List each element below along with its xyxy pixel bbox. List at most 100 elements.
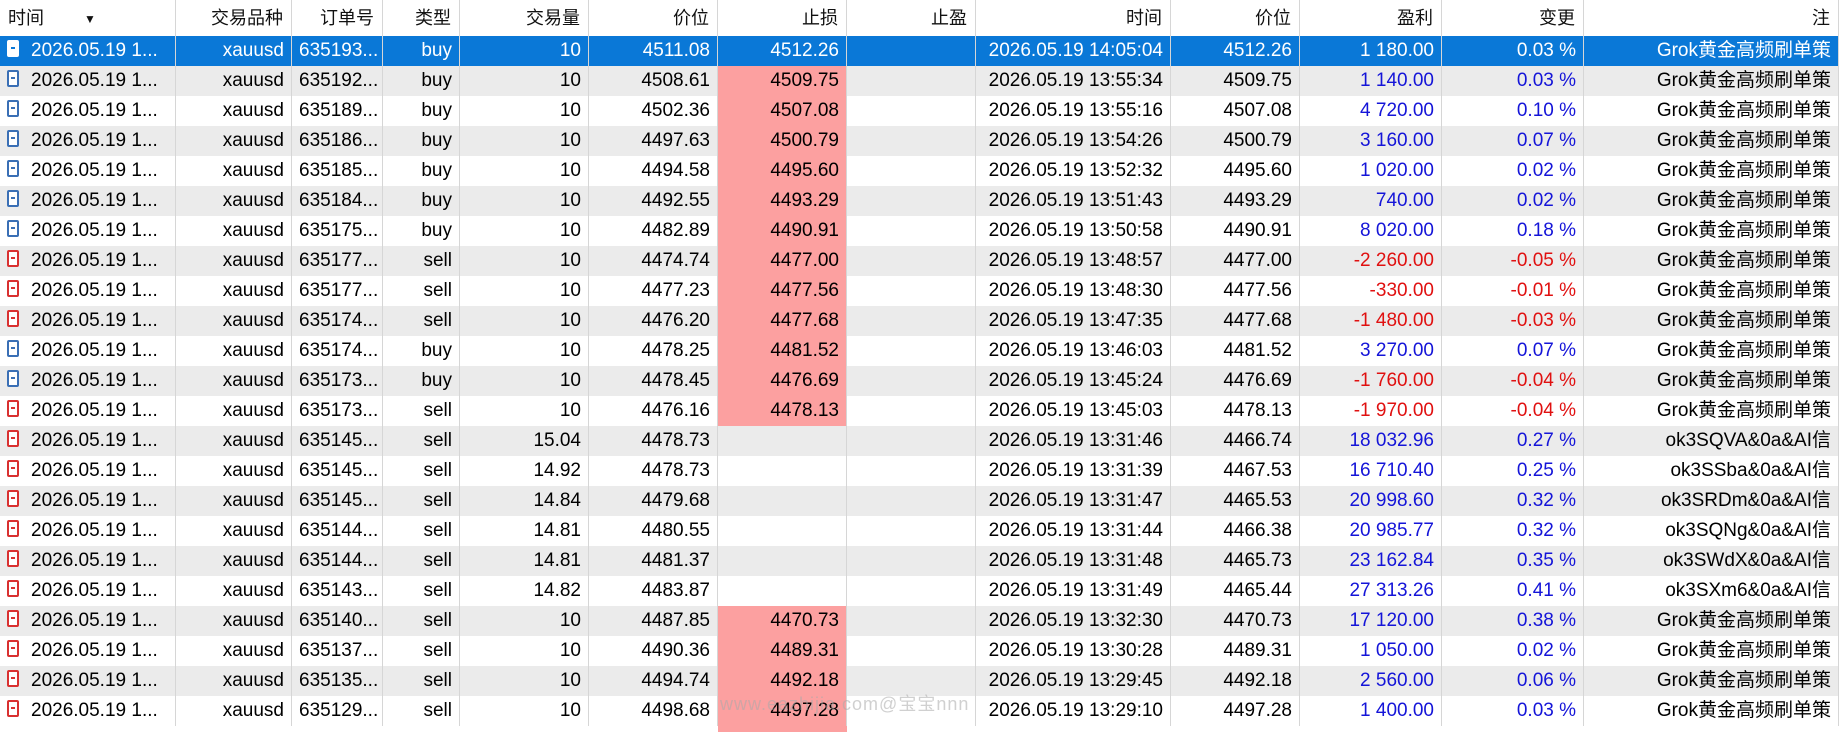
table-row[interactable]: 2026.05.19 1... xauusd 635184... buy 10 4492.…: [0, 186, 1839, 216]
order-value: 635173...: [299, 370, 379, 391]
order-value: 635193...: [299, 40, 379, 61]
table-row[interactable]: 2026.05.19 1... xauusd 635189... buy 10 4502.…: [0, 96, 1839, 126]
table-row[interactable]: 2026.05.19 1... xauusd 635173... sell 10 4476…: [0, 396, 1839, 426]
cell-sl: [718, 486, 847, 516]
table-row[interactable]: 2026.05.19 1... xauusd 635174... buy 10 4478.…: [0, 336, 1839, 366]
comment-value: Grok黄金高频刷单策: [1656, 610, 1831, 631]
symbol-value: xauusd: [222, 220, 284, 241]
change-value: 0.27 %: [1516, 430, 1576, 451]
table-row[interactable]: 2026.05.19 1... xauusd 635145... sell 15.04 4…: [0, 426, 1839, 456]
cell-profit: 740.00: [1300, 186, 1442, 216]
cell-type: sell: [383, 606, 460, 636]
sell-order-icon: [7, 250, 19, 268]
close-price-value: 4465.44: [1223, 580, 1292, 601]
cell-order: 635175...: [292, 216, 383, 246]
table-row[interactable]: 2026.05.19 1... xauusd 635186... buy 10 4497.…: [0, 126, 1839, 156]
table-row[interactable]: 2026.05.19 1... xauusd 635173... buy 10 4478.…: [0, 366, 1839, 396]
change-value: -0.04 %: [1510, 370, 1576, 391]
price-value: 4476.20: [641, 310, 710, 331]
table-row[interactable]: 2026.05.19 1... xauusd 635174... sell 10 4476…: [0, 306, 1839, 336]
type-value: sell: [423, 580, 452, 601]
cell-close-time: 2026.05.19 13:29:45: [976, 666, 1171, 696]
cell-time: 2026.05.19 1...: [0, 96, 176, 126]
profit-value: 17 120.00: [1349, 610, 1434, 631]
cell-symbol: xauusd: [176, 606, 292, 636]
table-row[interactable]: 2026.05.19 1... xauusd 635145... sell 14.84 4…: [0, 486, 1839, 516]
cell-symbol: xauusd: [176, 666, 292, 696]
cell-symbol: xauusd: [176, 396, 292, 426]
cell-profit: 1 400.00: [1300, 696, 1442, 726]
cell-comment: Grok黄金高频刷单策: [1584, 606, 1839, 636]
cell-time: 2026.05.19 1...: [0, 306, 176, 336]
table-row[interactable]: 2026.05.19 1... xauusd 635129... sell 10 4498…: [0, 696, 1839, 726]
cell-close-time: 2026.05.19 13:47:35: [976, 306, 1171, 336]
order-value: 635174...: [299, 310, 379, 331]
volume-value: 10: [559, 190, 581, 211]
comment-value: Grok黄金高频刷单策: [1656, 310, 1831, 331]
cell-order: 635174...: [292, 336, 383, 366]
column-header-row: 时间 ▼ 交易品种 订单号 类型 交易量 价位 止损 止盈 时间 价位 盈利 变更 注: [0, 0, 1839, 37]
symbol-value: xauusd: [222, 100, 284, 121]
close-price-value: 4489.31: [1223, 640, 1292, 661]
sell-order-icon: [7, 670, 19, 688]
cell-close-price: 4507.08: [1171, 96, 1300, 126]
cell-price: 4490.36: [589, 636, 718, 666]
close-price-value: 4478.13: [1223, 400, 1292, 421]
volume-value: 10: [559, 310, 581, 331]
table-row[interactable]: 2026.05.19 1... xauusd 635177... sell 10 4477…: [0, 276, 1839, 306]
table-row[interactable]: 2026.05.19 1... xauusd 635137... sell 10 4490…: [0, 636, 1839, 666]
type-value: buy: [421, 220, 452, 241]
table-row[interactable]: 2026.05.19 1... xauusd 635135... sell 10 4494…: [0, 666, 1839, 696]
comment-value: Grok黄金高频刷单策: [1656, 700, 1831, 721]
column-header-sl[interactable]: 止损: [718, 0, 847, 36]
column-header-time[interactable]: 时间 ▼: [0, 0, 176, 36]
column-header-profit[interactable]: 盈利: [1300, 0, 1442, 36]
column-header-close-price[interactable]: 价位: [1171, 0, 1300, 36]
table-row[interactable]: 2026.05.19 1... xauusd 635144... sell 14.81 4…: [0, 516, 1839, 546]
close-price-value: 4490.91: [1223, 220, 1292, 241]
cell-type: sell: [383, 576, 460, 606]
column-header-comment[interactable]: 注: [1584, 0, 1839, 36]
table-row[interactable]: 2026.05.19 1... xauusd 635192... buy 10 4508.…: [0, 66, 1839, 96]
cell-order: 635143...: [292, 576, 383, 606]
column-header-symbol[interactable]: 交易品种: [176, 0, 292, 36]
buy-order-icon: [7, 40, 19, 58]
column-header-tp[interactable]: 止盈: [847, 0, 976, 36]
comment-value: Grok黄金高频刷单策: [1656, 70, 1831, 91]
open-time: 2026.05.19 1...: [31, 310, 158, 331]
change-value: 0.07 %: [1516, 130, 1576, 151]
volume-value: 10: [559, 250, 581, 271]
cell-time: 2026.05.19 1...: [0, 156, 176, 186]
symbol-value: xauusd: [222, 670, 284, 691]
cell-comment: Grok黄金高频刷单策: [1584, 306, 1839, 336]
sell-order-icon: [7, 280, 19, 298]
table-row[interactable]: 2026.05.19 1... xauusd 635193... buy 10 4511.…: [0, 36, 1839, 66]
table-row[interactable]: 2026.05.19 1... xauusd 635144... sell 14.81 4…: [0, 546, 1839, 576]
column-header-volume[interactable]: 交易量: [460, 0, 589, 36]
column-header-price[interactable]: 价位: [589, 0, 718, 36]
column-header-change[interactable]: 变更: [1442, 0, 1584, 36]
table-row[interactable]: 2026.05.19 1... xauusd 635140... sell 10 4487…: [0, 606, 1839, 636]
column-header-type[interactable]: 类型: [383, 0, 460, 36]
cell-order: 635186...: [292, 126, 383, 156]
change-value: -0.04 %: [1510, 400, 1576, 421]
cell-volume: 14.81: [460, 516, 589, 546]
column-header-close-time[interactable]: 时间: [976, 0, 1171, 36]
sell-order-icon: [7, 610, 19, 628]
table-row[interactable]: 2026.05.19 1... xauusd 635185... buy 10 4494.…: [0, 156, 1839, 186]
table-row[interactable]: 2026.05.19 1... xauusd 635145... sell 14.92 4…: [0, 456, 1839, 486]
sl-value: 4507.08: [770, 100, 839, 121]
table-row[interactable]: 2026.05.19 1... xauusd 635143... sell 14.82 4…: [0, 576, 1839, 606]
cell-time: 2026.05.19 1...: [0, 36, 176, 66]
column-header-order[interactable]: 订单号: [292, 0, 383, 36]
profit-value: 1 180.00: [1360, 40, 1434, 61]
table-row[interactable]: 2026.05.19 1... xauusd 635177... sell 10 4474…: [0, 246, 1839, 276]
order-value: 635185...: [299, 160, 379, 181]
table-row[interactable]: 2026.05.19 1... xauusd 635175... buy 10 4482.…: [0, 216, 1839, 246]
cell-tp: [847, 696, 976, 726]
cell-symbol: xauusd: [176, 36, 292, 66]
open-time: 2026.05.19 1...: [31, 550, 158, 571]
comment-value: ok3SWdX&0a&AI信: [1663, 550, 1831, 571]
sell-order-icon: [7, 550, 19, 568]
cell-close-price: 4493.29: [1171, 186, 1300, 216]
